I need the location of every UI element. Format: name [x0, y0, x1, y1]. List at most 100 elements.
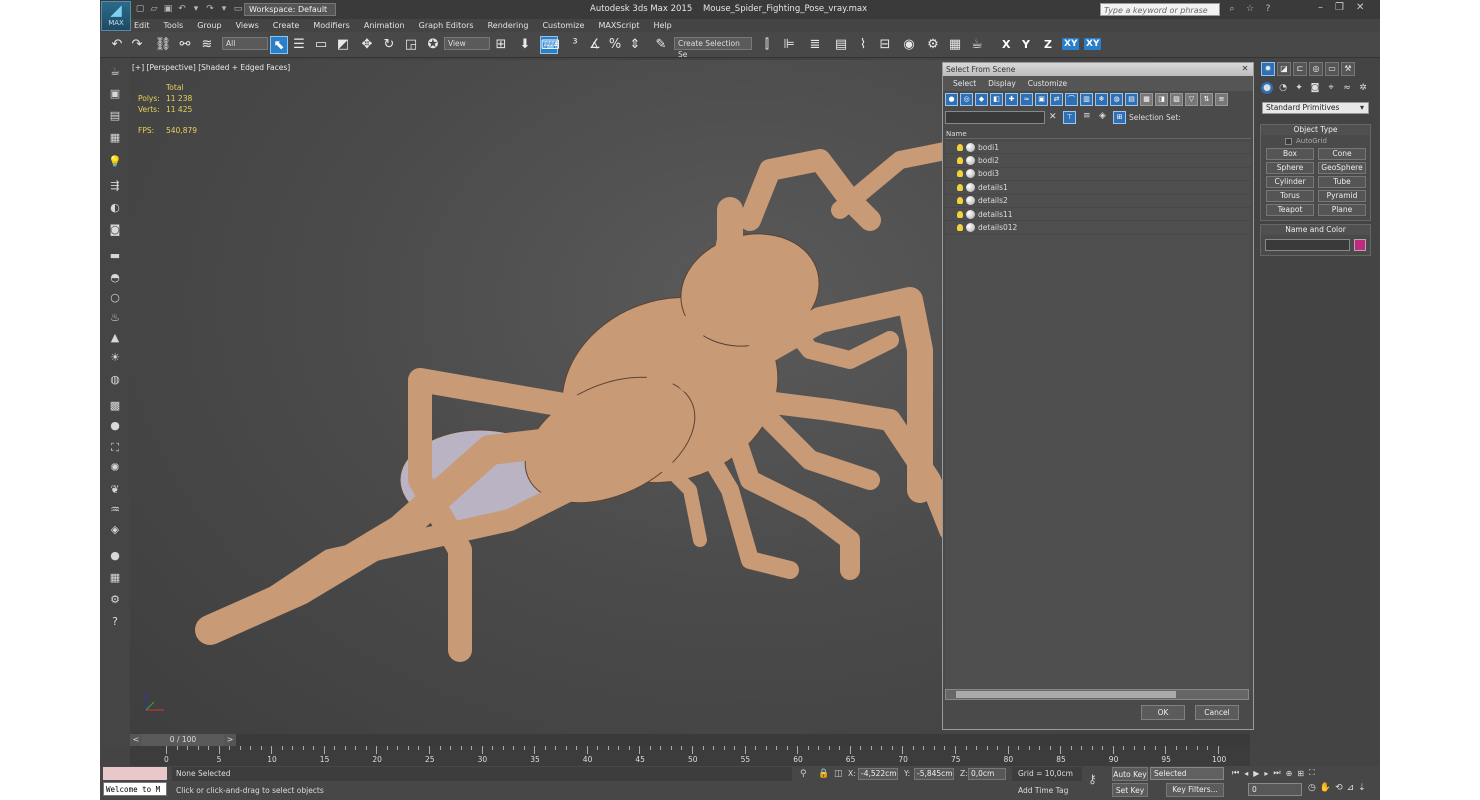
rollout-title[interactable]: Name and Color [1261, 225, 1370, 235]
menu-customize[interactable]: Customize [542, 21, 584, 30]
key-mode-dropdown[interactable]: Selected [1150, 767, 1224, 780]
workspace-dropdown[interactable]: Workspace: Default [244, 3, 336, 16]
display-hidden-icon[interactable]: ◍ [1110, 93, 1123, 106]
close-icon[interactable]: ✕ [1356, 2, 1364, 13]
next-frame-icon[interactable]: > [224, 734, 236, 746]
display-all-icon[interactable]: ▤ [1125, 93, 1138, 106]
menu-group[interactable]: Group [197, 21, 221, 30]
frame-buffer-icon[interactable]: ▦ [106, 570, 124, 586]
layer-manager-icon[interactable]: ≣ [806, 36, 824, 54]
sort-icon[interactable]: ⇅ [1200, 93, 1213, 106]
menu-views[interactable]: Views [236, 21, 259, 30]
redo-icon[interactable]: ↷ [128, 36, 146, 54]
cylinder-button[interactable]: Cylinder [1266, 176, 1314, 188]
rendered-frame-icon[interactable]: ▦ [946, 36, 964, 54]
field-of-view-icon[interactable]: ⊿ [1347, 783, 1355, 793]
select-manipulate-icon[interactable]: ⬇ [516, 36, 534, 54]
select-object-icon[interactable]: ⬉ [270, 36, 288, 54]
menu-edit[interactable]: Edit [134, 21, 150, 30]
helpers-icon[interactable]: ⌖ [1325, 82, 1337, 94]
zoom-all-icon[interactable]: ⊞ [1297, 769, 1304, 778]
previous-frame-icon[interactable]: < [130, 734, 142, 746]
modify-tab-icon[interactable]: ◪ [1277, 62, 1291, 76]
select-by-name-icon[interactable]: ☰ [290, 36, 308, 54]
cancel-button[interactable]: Cancel [1195, 705, 1239, 720]
current-frame-field[interactable]: 0 [1248, 783, 1302, 796]
display-spacewarps-icon[interactable]: ≈ [1020, 93, 1033, 106]
object-color-swatch[interactable] [1354, 239, 1366, 251]
percent-snap-icon[interactable]: % [606, 36, 624, 54]
minimize-icon[interactable]: – [1318, 2, 1323, 13]
ok-button[interactable]: OK [1141, 705, 1185, 720]
scrollbar-thumb[interactable] [956, 691, 1176, 698]
app-logo[interactable]: ◢ MAX [101, 1, 131, 31]
material-sphere-icon[interactable]: ● [106, 548, 124, 564]
list-item[interactable]: bodi3 [945, 168, 1251, 182]
add-time-tag[interactable]: Add Time Tag [1012, 784, 1068, 798]
hold-icon[interactable]: ▭ [232, 3, 244, 15]
fur-icon[interactable]: ✺ [106, 460, 124, 476]
display-containers-icon[interactable]: ▥ [1080, 93, 1093, 106]
display-xrefs-icon[interactable]: ⇄ [1050, 93, 1063, 106]
track-bar[interactable]: 0 5 10 15 20 25 30 35 40 45 50 55 60 65 70 75 80 85 90 95 10… [130, 746, 1250, 766]
display-lights-icon[interactable]: ◆ [975, 93, 988, 106]
motion-tab-icon[interactable]: ◎ [1309, 62, 1323, 76]
axis-y-button[interactable]: Y [1022, 38, 1030, 51]
helper-point-icon[interactable]: ● [106, 418, 124, 434]
y-coord-field[interactable]: -5,845cm [914, 768, 954, 780]
axis-xy-button[interactable]: XY [1062, 38, 1080, 50]
play-icon[interactable]: ▶ [1253, 769, 1259, 778]
place-icon[interactable]: ✪ [424, 36, 442, 54]
absolute-mode-icon[interactable]: ◫ [834, 769, 843, 779]
hierarchy-icon[interactable]: ≡ [1215, 93, 1228, 106]
list-column-header[interactable]: Name [945, 129, 1251, 139]
window-crossing-icon[interactable]: ◩ [334, 36, 352, 54]
texture-icon[interactable]: ◈ [106, 522, 124, 538]
list-item[interactable]: details11 [945, 208, 1251, 222]
light-bulb-icon[interactable] [957, 143, 963, 151]
dialog-menu-display[interactable]: Display [988, 79, 1016, 88]
scene-explorer-icon[interactable]: ▤ [106, 108, 124, 124]
hierarchy-tab-icon[interactable]: ⊏ [1293, 62, 1307, 76]
unlink-icon[interactable]: ⚯ [176, 36, 194, 54]
plane-button[interactable]: Plane [1318, 204, 1366, 216]
redo-dropdown-icon[interactable]: ▾ [218, 3, 230, 15]
display-helpers-icon[interactable]: ✚ [1005, 93, 1018, 106]
time-slider-thumb[interactable]: 0 / 100 [142, 734, 224, 746]
rectangle-select-icon[interactable]: ▭ [312, 36, 330, 54]
previous-key-icon[interactable]: ◂ [1244, 769, 1248, 778]
tube-button[interactable]: Tube [1318, 176, 1366, 188]
light-lister-icon[interactable]: 💡 [106, 154, 124, 170]
geosphere-button[interactable]: GeoSphere [1318, 162, 1366, 174]
go-to-start-icon[interactable]: ⏮ [1232, 768, 1239, 778]
checkbox-icon[interactable] [1285, 137, 1292, 145]
chevron-down-icon[interactable]: ▾ [1360, 103, 1364, 112]
spinner-snap-icon[interactable]: ⇕ [626, 36, 644, 54]
menu-graph-editors[interactable]: Graph Editors [419, 21, 474, 30]
material-editor-icon[interactable]: ◉ [900, 36, 918, 54]
redo-icon[interactable]: ↷ [204, 3, 216, 15]
sphere-icon[interactable]: ○ [106, 290, 124, 306]
axis-xy-cycle-button[interactable]: XY [1084, 38, 1102, 50]
spacewarps-icon[interactable]: ≈ [1341, 82, 1353, 94]
question-icon[interactable]: ? [106, 614, 124, 630]
display-tab-icon[interactable]: ▭ [1325, 62, 1339, 76]
plane-icon[interactable]: ▬ [106, 248, 124, 264]
align-icon[interactable]: ⊫ [780, 36, 798, 54]
light-bulb-icon[interactable] [957, 224, 963, 232]
restore-icon[interactable]: ❐ [1335, 2, 1344, 13]
grass-icon[interactable]: ❦ [106, 482, 124, 498]
select-all-icon[interactable]: ▨ [1170, 93, 1183, 106]
new-file-icon[interactable]: ▢ [134, 3, 146, 15]
go-to-end-icon[interactable]: ⏭ [1273, 768, 1280, 778]
display-shapes-icon[interactable]: ◎ [960, 93, 973, 106]
curve-editor-icon[interactable]: ⌇ [854, 36, 872, 54]
scale-icon[interactable]: ◲ [402, 36, 420, 54]
display-invert-icon[interactable]: ◨ [1155, 93, 1168, 106]
light-bulb-icon[interactable] [957, 197, 963, 205]
checker-icon[interactable]: ▩ [106, 398, 124, 414]
time-slider[interactable]: < 0 / 100 > [130, 734, 1250, 746]
x-coord-field[interactable]: -4,522cm [858, 768, 898, 780]
open-file-icon[interactable]: ▱ [148, 3, 160, 15]
lock-selection-icon[interactable]: ⚲ [800, 769, 807, 779]
